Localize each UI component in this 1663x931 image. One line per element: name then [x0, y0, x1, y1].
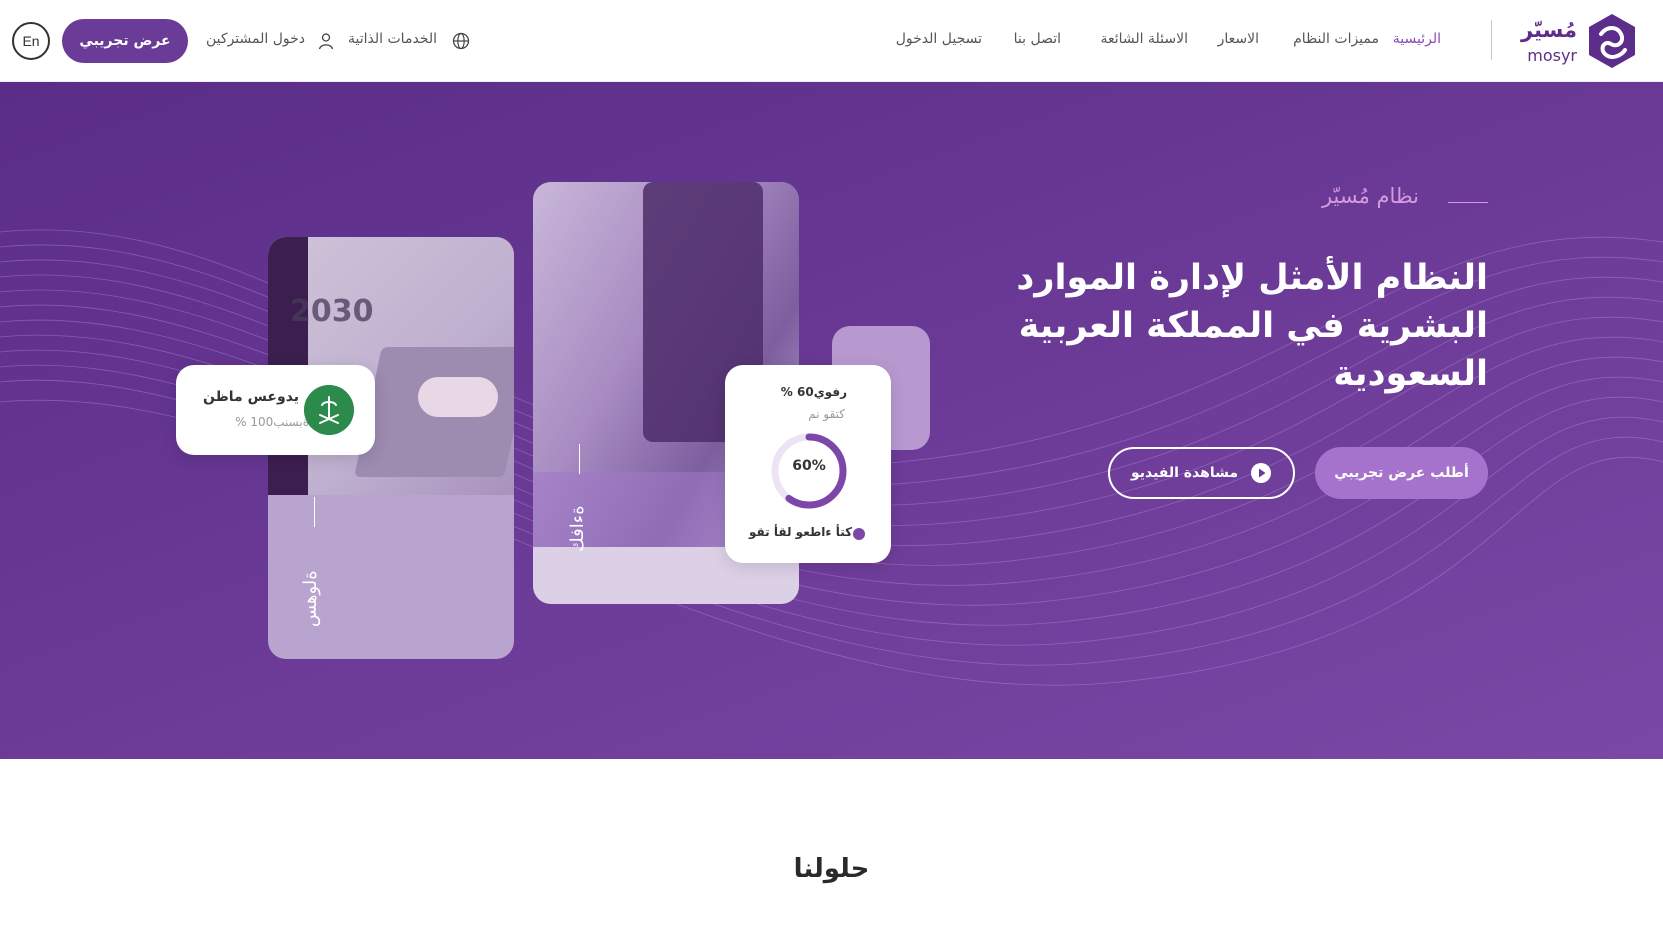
nav-pricing[interactable]: الاسعار — [1218, 31, 1259, 47]
nav-features[interactable]: مميزات النظام — [1293, 31, 1379, 47]
cert-line1: يدوعس ماظن — [203, 389, 299, 405]
card-vertical-line — [579, 444, 580, 474]
logo-ar-text: مُسيّر — [1520, 18, 1577, 42]
hero-title: النظام الأمثل لإدارة الموارد البشرية في … — [1016, 258, 1488, 394]
nav-contact[interactable]: اتصل بنا — [1014, 31, 1061, 47]
globe-icon[interactable] — [452, 32, 470, 50]
card-ease-label: ةلوهس — [300, 570, 321, 627]
hand-shape — [418, 377, 498, 417]
stat-footer: كتأ ءاطعو لقأ تقو — [749, 525, 853, 539]
cert-line2: % ةبسنب100 — [235, 415, 309, 429]
language-toggle-button[interactable]: En — [12, 22, 50, 60]
watch-video-label: مشاهدة الفيديو — [1130, 465, 1239, 481]
logo-en-text: mosyr — [1527, 46, 1577, 65]
logo[interactable]: مُسيّر mosyr — [1521, 10, 1641, 72]
request-demo-button[interactable]: أطلب عرض تجريبي — [1315, 447, 1488, 499]
hero-eyebrow: نظام مُسيّر — [1321, 184, 1419, 208]
self-services-link[interactable]: الخدمات الذاتية — [348, 31, 437, 47]
watch-video-button[interactable]: مشاهدة الفيديو — [1108, 447, 1295, 499]
header-demo-button[interactable]: عرض تجريبي — [62, 19, 188, 63]
stat-line1: % رفوي60 — [780, 385, 847, 399]
user-icon[interactable] — [317, 32, 335, 50]
eyebrow-line — [1448, 202, 1488, 203]
saudi-emblem-icon — [304, 385, 354, 435]
card-vertical-line — [314, 497, 315, 527]
stat-card: % رفوي60 كتقو نم 60% كتأ ءاطعو لقأ تقو — [725, 365, 891, 563]
stat-line2: كتقو نم — [808, 407, 845, 421]
header-divider — [1491, 20, 1492, 60]
nav-home[interactable]: الرئيسية — [1393, 31, 1441, 47]
solutions-title: حلولنا — [793, 854, 870, 884]
play-icon — [1251, 463, 1272, 483]
mosyr-logo-icon — [1589, 14, 1635, 68]
card-efficiency-label: ةءافك — [567, 505, 588, 552]
saudi-system-card: يدوعس ماظن % ةبسنب100 — [176, 365, 375, 455]
check-dot-icon — [853, 528, 865, 540]
subscribers-login-link[interactable]: دخول المشتركين — [206, 31, 305, 47]
svg-text:2030: 2030 — [290, 294, 374, 329]
stat-percent: 60% — [792, 458, 826, 474]
nav-faq[interactable]: الاسئلة الشائعة — [1101, 31, 1189, 47]
site-header: مُسيّر mosyr الرئيسية مميزات النظام الاس… — [0, 0, 1663, 82]
nav-login[interactable]: تسجيل الدخول — [896, 31, 982, 47]
hero-section: 2030 ةلوهس ةءافك % رفوي60 كتقو نم 60% كت… — [0, 82, 1663, 759]
vision-2030-logo: 2030 — [290, 294, 374, 329]
